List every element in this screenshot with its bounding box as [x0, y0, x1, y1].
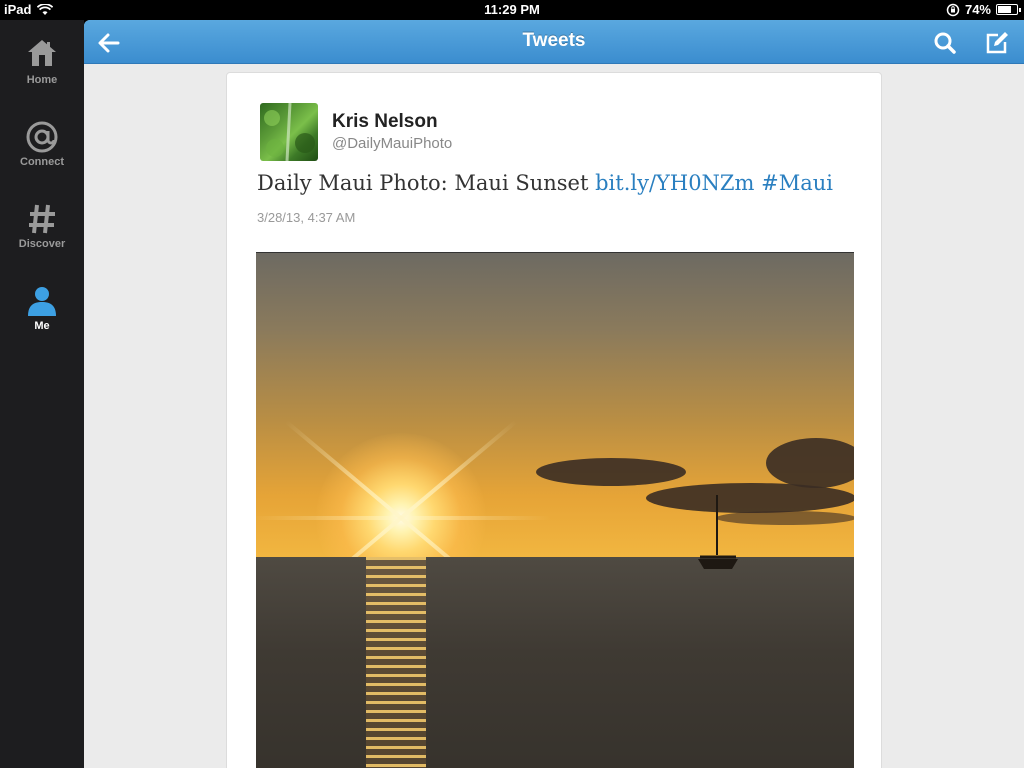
tweet-timestamp: 3/28/13, 4:37 AM	[257, 210, 356, 225]
house-icon	[28, 40, 56, 66]
sidebar-item-discover[interactable]: Discover	[0, 202, 84, 272]
photo-sun-reflection	[366, 557, 426, 768]
sidebar-item-label: Connect	[20, 156, 64, 168]
rotation-lock-icon	[946, 3, 960, 16]
sidebar: Home Connect Discover Me	[0, 20, 84, 768]
tweet-card: Kris Nelson @DailyMauiPhoto Daily Maui P…	[226, 72, 882, 768]
avatar[interactable]	[260, 103, 318, 161]
search-icon	[934, 32, 956, 54]
hash-icon	[29, 204, 55, 234]
tweet-text: Daily Maui Photo: Maui Sunset bit.ly/YH0…	[257, 171, 833, 195]
tweet-photo[interactable]	[256, 252, 854, 768]
sidebar-item-label: Me	[34, 320, 50, 332]
battery-level	[998, 6, 1012, 13]
person-icon	[28, 287, 56, 316]
status-time: 11:29 PM	[484, 2, 540, 17]
photo-sailboat	[698, 495, 738, 569]
tweet-text-body: Daily Maui Photo: Maui Sunset	[257, 171, 596, 195]
tweet-hashtag[interactable]: #Maui	[761, 171, 833, 195]
sidebar-item-home[interactable]: Home	[0, 38, 84, 108]
battery-percent: 74%	[964, 2, 991, 17]
main-panel: Tweets Kris Nelson @DailyMauiPhoto Daily…	[84, 20, 1024, 768]
sidebar-item-label: Discover	[18, 238, 66, 250]
sidebar-item-me[interactable]: Me	[0, 284, 84, 354]
author-handle[interactable]: @DailyMauiPhoto	[332, 135, 452, 152]
avatar-image	[264, 103, 315, 161]
sidebar-item-label: Home	[26, 74, 58, 86]
compose-button[interactable]	[984, 30, 1010, 56]
photo-sun-rays	[256, 420, 551, 616]
author-name[interactable]: Kris Nelson	[332, 111, 438, 133]
sidebar-item-connect[interactable]: Connect	[0, 120, 84, 190]
photo-cloud	[536, 458, 686, 486]
compose-icon	[986, 32, 1008, 54]
page-title: Tweets	[522, 30, 586, 51]
status-bar: iPad 11:29 PM 74%	[0, 0, 1024, 20]
at-sign-icon	[26, 121, 58, 153]
tweet-link[interactable]: bit.ly/YH0NZm	[595, 171, 754, 195]
navigation-bar: Tweets	[84, 20, 1024, 64]
search-button[interactable]	[932, 30, 958, 56]
battery-icon	[996, 4, 1021, 15]
photo-sea	[256, 557, 854, 768]
